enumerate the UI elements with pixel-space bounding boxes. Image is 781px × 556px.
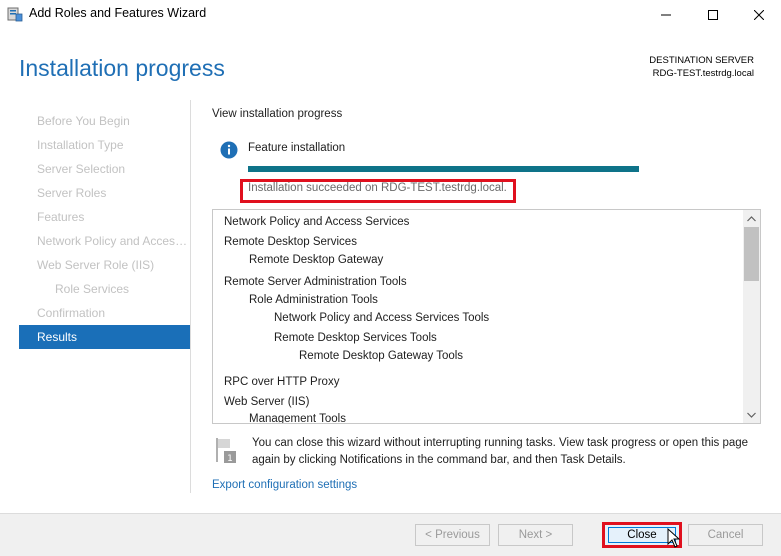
- chevron-down-icon: [747, 412, 756, 418]
- feature-installation-label: Feature installation: [248, 142, 346, 154]
- installation-status-text: Installation succeeded on RDG-TEST.testr…: [248, 182, 507, 194]
- list-item: Remote Desktop Services Tools: [274, 332, 437, 344]
- list-item: Remote Desktop Gateway Tools: [299, 350, 464, 362]
- list-item: Network Policy and Access Services: [224, 216, 410, 228]
- close-icon: [754, 10, 764, 20]
- sidebar-item-features: Features: [37, 210, 85, 224]
- page-title: Installation progress: [19, 55, 225, 81]
- list-item: Network Policy and Access Services Tools: [274, 312, 490, 324]
- list-item: Role Administration Tools: [249, 294, 378, 306]
- list-item: Remote Desktop Gateway: [249, 254, 384, 266]
- list-item: Remote Server Administration Tools: [224, 276, 407, 288]
- info-icon: [220, 141, 238, 159]
- results-list[interactable]: Network Policy and Access Services Remot…: [212, 209, 761, 424]
- sidebar-item-installation-type: Installation Type: [37, 138, 124, 152]
- scroll-down-button[interactable]: [743, 406, 760, 423]
- list-item: Remote Desktop Services: [224, 236, 357, 248]
- sidebar-item-before-you-begin: Before You Begin: [37, 114, 130, 128]
- svg-text:1: 1: [227, 454, 233, 464]
- list-item: Management Tools: [249, 413, 346, 423]
- chevron-up-icon: [747, 215, 756, 221]
- sidebar-item-server-roles: Server Roles: [37, 186, 107, 200]
- close-button-label: Close: [627, 529, 657, 541]
- sidebar-item-network-policy: Network Policy and Access Services: [37, 234, 190, 248]
- minimize-icon: [661, 14, 671, 16]
- destination-server-label: DESTINATION SERVER: [649, 55, 754, 66]
- sidebar-divider: [190, 100, 191, 493]
- close-wizard-notice: You can close this wizard without interr…: [252, 437, 749, 466]
- export-configuration-link[interactable]: Export configuration settings: [212, 479, 357, 491]
- previous-button[interactable]: < Previous: [415, 524, 490, 546]
- scroll-thumb[interactable]: [744, 227, 759, 281]
- sidebar-item-confirmation: Confirmation: [37, 306, 106, 320]
- list-item: Web Server (IIS): [224, 396, 310, 408]
- destination-server-value: RDG-TEST.testrdg.local: [652, 68, 754, 79]
- results-list-content: Network Policy and Access Services Remot…: [213, 210, 743, 423]
- maximize-icon: [708, 10, 718, 20]
- notification-flag-icon: 1: [216, 438, 236, 464]
- results-scrollbar[interactable]: [743, 210, 760, 423]
- sidebar-item-server-selection: Server Selection: [37, 162, 126, 176]
- sidebar-item-results[interactable]: Results: [19, 325, 190, 349]
- list-item: RPC over HTTP Proxy: [224, 376, 340, 388]
- progress-heading: View installation progress: [212, 108, 343, 120]
- wizard-steps-sidebar: Before You Begin Installation Type Serve…: [19, 109, 190, 349]
- scroll-up-button[interactable]: [743, 210, 760, 227]
- next-button[interactable]: Next >: [498, 524, 573, 546]
- sidebar-item-role-services: Role Services: [55, 282, 130, 296]
- maximize-button[interactable]: [690, 0, 736, 30]
- window-title: Add Roles and Features Wizard: [29, 6, 207, 20]
- server-manager-icon: [7, 7, 23, 22]
- progress-fill: [248, 166, 639, 172]
- title-bar: Add Roles and Features Wizard: [0, 0, 781, 30]
- installation-progress-bar: [248, 166, 639, 172]
- sidebar-item-web-server-role: Web Server Role (IIS): [37, 258, 155, 272]
- cancel-button[interactable]: Cancel: [688, 524, 763, 546]
- mouse-cursor-icon: [667, 528, 680, 548]
- minimize-button[interactable]: [643, 0, 689, 30]
- window-close-button[interactable]: [736, 0, 781, 30]
